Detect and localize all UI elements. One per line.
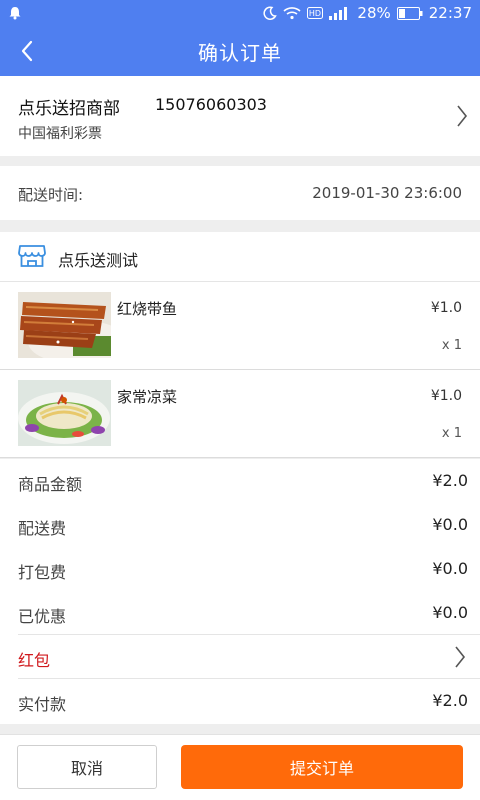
packing-fee-value: ¥0.0 [432,559,468,578]
moon-icon [263,6,278,20]
goods-amount-row: 商品金额 ¥2.0 [0,459,480,503]
delivery-time-label: 配送时间: [18,186,84,204]
delivery-fee-value: ¥0.0 [432,515,468,534]
list-item[interactable]: 红烧带鱼 ¥1.0 x 1 [0,282,480,370]
clock: 22:37 [428,4,472,22]
price-summary: 商品金额 ¥2.0 配送费 ¥0.0 打包费 ¥0.0 已优惠 ¥0.0 红包 … [0,459,480,724]
food-image-braised-fish [18,292,111,358]
wifi-icon [283,6,301,20]
shop-name: 点乐送测试 [58,251,139,270]
bottom-action-bar: 取消 提交订单 [0,734,480,800]
red-packet-row[interactable]: 红包 [0,635,480,679]
goods-amount-label: 商品金额 [18,475,83,494]
cancel-button[interactable]: 取消 [17,745,157,789]
merchant-name: 点乐送招商部 [18,99,120,119]
list-item[interactable]: 家常凉菜 ¥1.0 x 1 [0,370,480,458]
chevron-right-icon [456,104,468,132]
delivery-fee-label: 配送费 [18,519,67,538]
discount-label: 已优惠 [18,607,67,626]
food-image-cold-dish [18,380,111,446]
discount-row: 已优惠 ¥0.0 [0,591,480,635]
goods-amount-value: ¥2.0 [432,471,468,490]
item-quantity: x 1 [441,338,462,353]
shop-icon [17,243,47,273]
submit-order-button[interactable]: 提交订单 [181,745,463,789]
battery-icon [396,6,423,20]
paid-value: ¥2.0 [432,691,468,710]
shop-header: 点乐送测试 [0,232,480,282]
battery-percent: 28% [357,4,391,22]
packing-fee-row: 打包费 ¥0.0 [0,547,480,591]
back-arrow-icon[interactable] [10,34,44,68]
paid-label: 实付款 [18,695,67,714]
nav-bar: 确认订单 [0,26,480,76]
item-price: ¥1.0 [430,388,462,404]
item-name: 红烧带鱼 [117,300,178,318]
notification-icon [8,6,22,20]
item-quantity: x 1 [441,426,462,441]
delivery-fee-row: 配送费 ¥0.0 [0,503,480,547]
discount-value: ¥0.0 [432,603,468,622]
delivery-time-row[interactable]: 配送时间: 2019-01-30 23:6:00 [0,166,480,220]
signal-icon [329,6,351,20]
merchant-subtitle: 中国福利彩票 [18,126,102,142]
status-bar: HD 28% 22:37 [0,0,480,26]
item-price: ¥1.0 [430,300,462,316]
merchant-phone: 15076060303 [155,95,267,114]
merchant-card[interactable]: 点乐送招商部 15076060303 中国福利彩票 [0,76,480,156]
delivery-time-value: 2019-01-30 23:6:00 [312,184,462,202]
chevron-right-icon [454,645,466,673]
red-packet-label: 红包 [18,651,51,670]
page-title: 确认订单 [198,40,282,65]
item-name: 家常凉菜 [117,388,178,406]
packing-fee-label: 打包费 [18,563,67,582]
paid-row: 实付款 ¥2.0 [0,679,480,723]
hd-icon: HD [307,7,324,19]
svg-text:HD: HD [309,9,321,18]
